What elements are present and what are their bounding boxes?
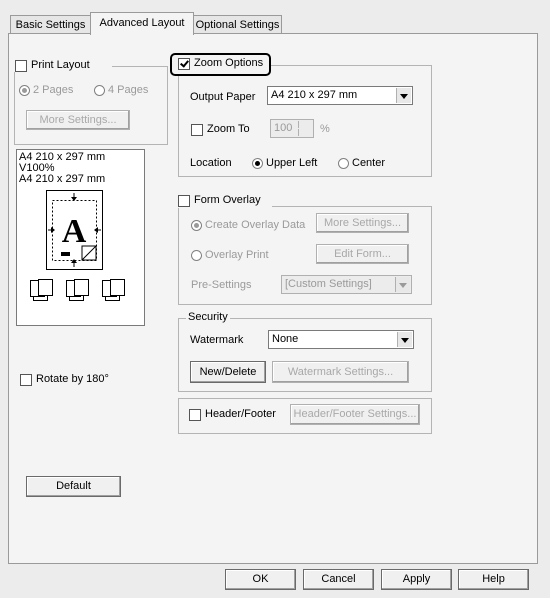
output-paper-label: Output Paper xyxy=(190,91,256,103)
ok-button[interactable]: OK xyxy=(225,569,296,590)
overlay-print-radio[interactable] xyxy=(191,250,202,261)
zoom-percent-unit: % xyxy=(320,123,330,135)
zoom-options-checkbox[interactable] xyxy=(178,58,190,70)
watermark-select[interactable]: None xyxy=(268,330,414,349)
zoom-to-label: Zoom To xyxy=(207,123,250,135)
location-upper-left-label: Upper Left xyxy=(266,157,318,169)
location-label: Location xyxy=(190,157,232,169)
header-footer-label: Header/Footer xyxy=(205,408,276,420)
preview-glyph: A xyxy=(62,213,87,250)
form-overlay-label: Form Overlay xyxy=(194,194,261,206)
stepper-down-icon[interactable] xyxy=(298,129,312,136)
chevron-down-icon xyxy=(396,88,411,103)
radio-4-pages-label: 4 Pages xyxy=(108,84,149,96)
apply-button[interactable]: Apply xyxy=(381,569,452,590)
cancel-button[interactable]: Cancel xyxy=(303,569,374,590)
rotate-180-checkbox[interactable] xyxy=(20,374,32,386)
header-footer-settings-button[interactable]: Header/Footer Settings... xyxy=(290,404,420,425)
tab-optional-settings[interactable]: Optional Settings xyxy=(193,15,282,34)
location-center-label: Center xyxy=(352,157,386,169)
zoom-percent-stepper[interactable]: 100 xyxy=(270,119,314,138)
security-label: Security xyxy=(186,311,230,324)
zoom-options-label: Zoom Options xyxy=(194,57,264,69)
page-order-icons xyxy=(29,278,134,302)
location-upper-left-radio[interactable] xyxy=(252,158,263,169)
radio-2-pages[interactable] xyxy=(19,85,30,96)
form-overlay-more-settings-button[interactable]: More Settings... xyxy=(316,213,409,233)
tab-advanced-layout[interactable]: Advanced Layout xyxy=(90,12,194,35)
watermark-settings-button[interactable]: Watermark Settings... xyxy=(272,361,409,383)
form-overlay-checkbox[interactable] xyxy=(178,195,190,207)
print-layout-group xyxy=(14,66,168,145)
location-center-radio[interactable] xyxy=(338,158,349,169)
preview-output-size: A4 210 x 297 mm xyxy=(19,173,106,185)
help-button[interactable]: Help xyxy=(458,569,529,590)
header-footer-checkbox[interactable] xyxy=(189,409,201,421)
pre-settings-label: Pre-Settings xyxy=(191,279,252,291)
rotate-180-label: Rotate by 180° xyxy=(36,373,109,385)
default-button[interactable]: Default xyxy=(26,476,121,497)
overlay-print-label: Overlay Print xyxy=(205,249,269,261)
create-overlay-label: Create Overlay Data xyxy=(205,219,306,231)
output-paper-select[interactable]: A4 210 x 297 mm xyxy=(267,86,413,105)
layout-preview: A4 210 x 297 mm V100% A4 210 x 297 mm A xyxy=(16,149,145,326)
new-delete-button[interactable]: New/Delete xyxy=(190,361,266,383)
print-layout-label: Print Layout xyxy=(31,59,90,71)
radio-2-pages-label: 2 Pages xyxy=(33,84,74,96)
pre-settings-select[interactable]: [Custom Settings] xyxy=(281,275,412,294)
print-layout-more-settings-button[interactable]: More Settings... xyxy=(26,110,130,130)
create-overlay-radio[interactable] xyxy=(191,220,202,231)
tab-basic-settings[interactable]: Basic Settings xyxy=(10,15,91,34)
chevron-down-icon xyxy=(397,332,412,347)
radio-4-pages[interactable] xyxy=(94,85,105,96)
page-preview-icon: A xyxy=(46,190,103,270)
zoom-to-checkbox[interactable] xyxy=(191,124,203,136)
chevron-down-icon xyxy=(395,277,410,292)
watermark-label: Watermark xyxy=(190,334,244,346)
edit-form-button[interactable]: Edit Form... xyxy=(316,244,409,264)
stepper-up-icon[interactable] xyxy=(298,121,312,128)
print-layout-checkbox[interactable] xyxy=(15,60,27,72)
printer-properties-dialog: Basic Settings Advanced Layout Optional … xyxy=(0,0,550,598)
